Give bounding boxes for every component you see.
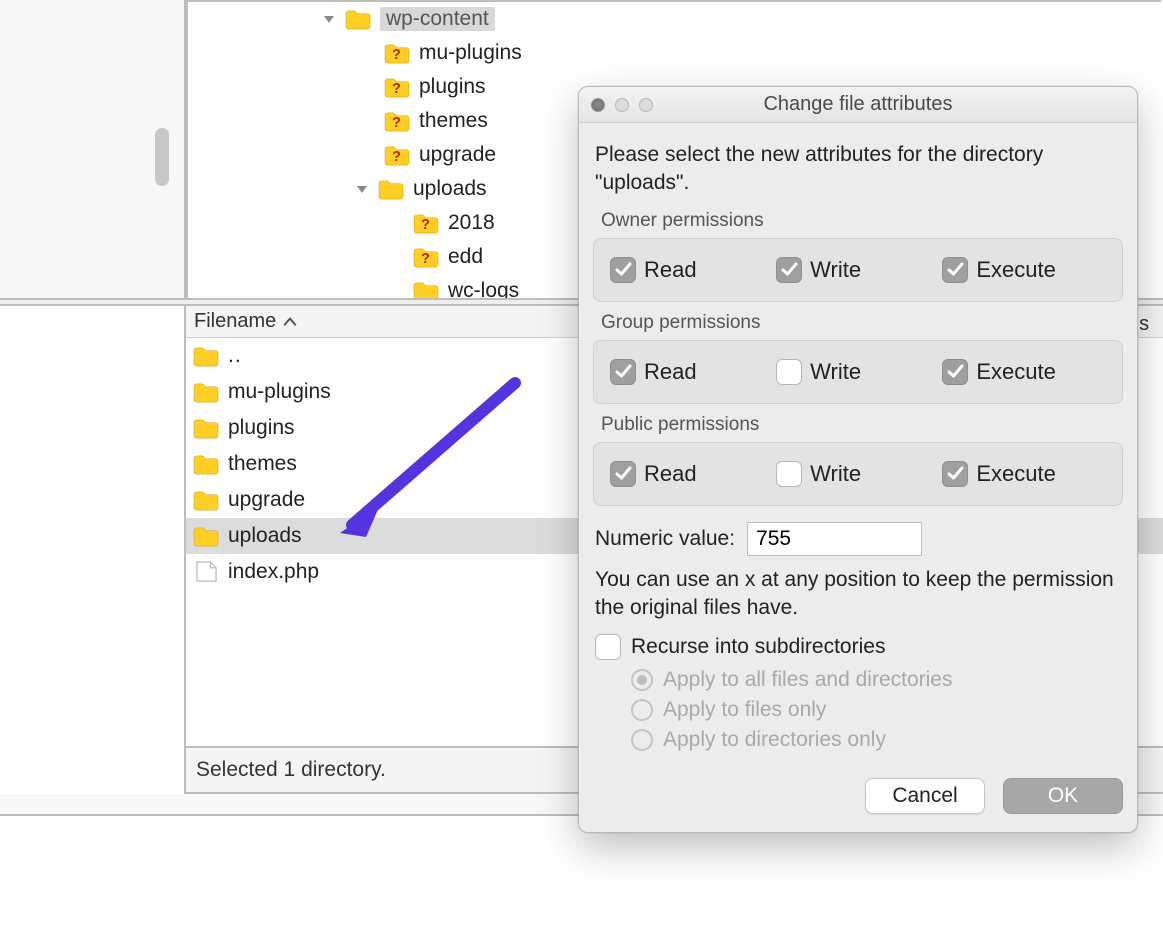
checkbox-icon (610, 359, 636, 385)
public-write-checkbox[interactable]: Write (776, 461, 940, 487)
perm-label: Read (644, 461, 697, 487)
checkbox-icon (776, 461, 802, 487)
scrollbar-thumb[interactable] (155, 128, 169, 186)
radio-apply-all: Apply to all files and directories (631, 668, 1121, 692)
tree-row-wp-content[interactable]: wp-content (188, 2, 1161, 36)
perm-label: Write (810, 461, 861, 487)
numeric-value-input[interactable] (747, 522, 922, 556)
dialog-titlebar[interactable]: Change file attributes (579, 87, 1137, 123)
radio-label: Apply to files only (663, 698, 826, 722)
checkbox-icon (595, 634, 621, 660)
public-permissions-group: Public permissions Read Write Execute (593, 414, 1123, 506)
tree-label: uploads (413, 177, 487, 201)
checkbox-icon (942, 257, 968, 283)
group-title: Group permissions (601, 312, 1123, 334)
folder-icon (192, 525, 220, 547)
group-read-checkbox[interactable]: Read (610, 359, 774, 385)
folder-icon (192, 381, 220, 403)
status-text: Selected 1 directory. (196, 758, 386, 782)
folder-unknown-icon (383, 110, 411, 132)
file-name: mu-plugins (228, 380, 331, 404)
perm-label: Write (810, 359, 861, 385)
radio-label: Apply to all files and directories (663, 668, 952, 692)
folder-icon (192, 489, 220, 511)
file-name: index.php (228, 560, 319, 584)
folder-unknown-icon (412, 246, 440, 268)
tree-label: 2018 (448, 211, 495, 235)
tree-label: wp-content (380, 7, 495, 31)
radio-icon (631, 729, 653, 751)
group-title: Public permissions (601, 414, 1123, 436)
folder-icon (192, 345, 220, 367)
radio-apply-files: Apply to files only (631, 698, 1121, 722)
owner-read-checkbox[interactable]: Read (610, 257, 774, 283)
tree-label: mu-plugins (419, 41, 522, 65)
file-name: upgrade (228, 488, 305, 512)
tree-label: edd (448, 245, 483, 269)
tree-label: upgrade (419, 143, 496, 167)
radio-label: Apply to directories only (663, 728, 886, 752)
public-execute-checkbox[interactable]: Execute (942, 461, 1106, 487)
window-controls[interactable] (591, 98, 653, 112)
public-read-checkbox[interactable]: Read (610, 461, 774, 487)
group-title: Owner permissions (601, 210, 1123, 232)
perm-label: Write (810, 257, 861, 283)
folder-unknown-icon (383, 76, 411, 98)
checkbox-icon (776, 257, 802, 283)
file-icon (192, 561, 220, 583)
left-gutter (0, 0, 186, 298)
owner-permissions-group: Owner permissions Read Write Execute (593, 210, 1123, 302)
sort-ascending-icon (282, 314, 298, 330)
left-pane-blank (0, 306, 186, 794)
radio-icon (631, 699, 653, 721)
numeric-value-label: Numeric value: (595, 527, 735, 551)
folder-unknown-icon (383, 144, 411, 166)
change-file-attributes-dialog: Change file attributes Please select the… (578, 86, 1138, 833)
file-name: .. (228, 344, 242, 368)
ok-button[interactable]: OK (1003, 778, 1123, 814)
checkbox-icon (942, 359, 968, 385)
dialog-hint: You can use an x at any position to keep… (595, 566, 1121, 623)
window-zoom-icon[interactable] (639, 98, 653, 112)
owner-write-checkbox[interactable]: Write (776, 257, 940, 283)
perm-label: Execute (976, 257, 1056, 283)
disclosure-icon[interactable] (353, 180, 371, 198)
checkbox-icon (942, 461, 968, 487)
folder-icon (192, 417, 220, 439)
window-minimize-icon[interactable] (615, 98, 629, 112)
perm-label: Execute (976, 461, 1056, 487)
recurse-label: Recurse into subdirectories (631, 635, 885, 659)
folder-icon (377, 178, 405, 200)
checkbox-icon (776, 359, 802, 385)
folder-unknown-icon (383, 42, 411, 64)
cancel-button[interactable]: Cancel (865, 778, 985, 814)
column-header-filename[interactable]: Filename (194, 310, 276, 333)
file-name: themes (228, 452, 297, 476)
tree-label: plugins (419, 75, 486, 99)
file-name: plugins (228, 416, 295, 440)
checkbox-icon (610, 461, 636, 487)
dialog-title: Change file attributes (579, 93, 1137, 116)
owner-execute-checkbox[interactable]: Execute (942, 257, 1106, 283)
group-permissions-group: Group permissions Read Write Execute (593, 312, 1123, 404)
recurse-checkbox[interactable]: Recurse into subdirectories (595, 634, 1121, 660)
file-name: uploads (228, 524, 302, 548)
group-execute-checkbox[interactable]: Execute (942, 359, 1106, 385)
tree-label: themes (419, 109, 488, 133)
radio-apply-dirs: Apply to directories only (631, 728, 1121, 752)
perm-label: Read (644, 257, 697, 283)
perm-label: Execute (976, 359, 1056, 385)
checkbox-icon (610, 257, 636, 283)
folder-unknown-icon (412, 212, 440, 234)
window-close-icon[interactable] (591, 98, 605, 112)
radio-icon (631, 669, 653, 691)
group-write-checkbox[interactable]: Write (776, 359, 940, 385)
folder-icon (344, 8, 372, 30)
tree-row[interactable]: mu-plugins (188, 36, 1161, 70)
dialog-instruction: Please select the new attributes for the… (595, 141, 1121, 198)
perm-label: Read (644, 359, 697, 385)
folder-icon (192, 453, 220, 475)
disclosure-icon[interactable] (320, 10, 338, 28)
